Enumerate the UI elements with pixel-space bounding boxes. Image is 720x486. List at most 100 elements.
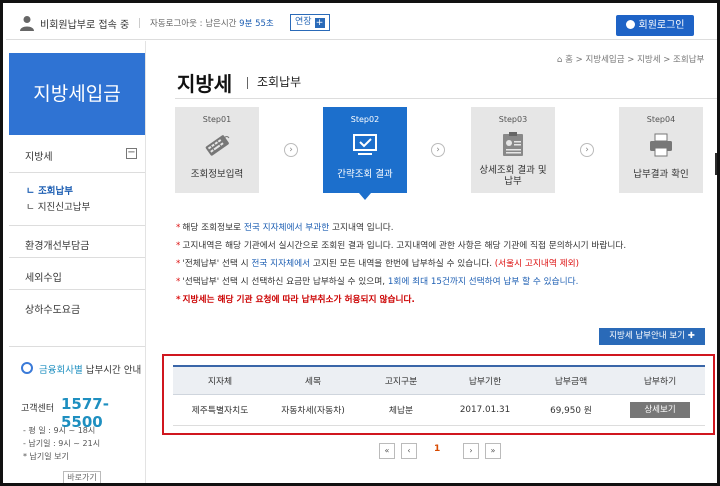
user-status: 비회원납부로 접속 중 — [40, 20, 130, 31]
cell-action: 상세보기 — [615, 394, 705, 426]
note-text: 고지내역은 해당 기관에서 실시간으로 조회된 결과 입니다. 고지내역에 관한… — [182, 241, 627, 251]
bullet-icon: * — [176, 223, 181, 233]
tax-guide-button[interactable]: 지방세 납부안내 보기 ✚ — [599, 328, 705, 345]
step-3: Step03 상세조회 결과 및 납부 — [471, 107, 555, 193]
current-page[interactable]: 1 — [434, 444, 440, 454]
bullet-icon: * — [176, 295, 181, 305]
login-label: 회원로그인 — [638, 20, 685, 31]
title-divider — [247, 77, 248, 89]
column-header: 세목 — [267, 365, 359, 395]
notice-line-2: * 고지내역은 해당 기관에서 실시간으로 조회된 결과 입니다. 고지내역에 관… — [176, 238, 626, 251]
last-page-button[interactable]: » — [485, 443, 501, 459]
support-info: 금융회사별 납부시간 안내 고객센터 1577-5500 - 평 일 : 9시 … — [9, 346, 145, 483]
step-2: Step02 간략조회 결과 — [323, 107, 407, 200]
note-emphasis: 1회에 최대 15건까지 선택하여 납부 할 수 있습니다. — [387, 277, 579, 287]
bank-hours-highlight: 금융회사별 — [39, 365, 83, 376]
column-header: 납부하기 — [615, 365, 705, 395]
top-bar: 비회원납부로 접속 중 자동로그아웃 : 남은시간 9분 55초 연장 + 회원로… — [6, 6, 717, 40]
sidebar-title: 지방세입금 — [9, 53, 145, 135]
hours-note: * 납기일 보기 — [23, 452, 69, 461]
auto-logout-text: 자동로그아웃 : 남은시간 9분 55초 — [150, 17, 274, 29]
first-page-button[interactable]: « — [379, 443, 395, 459]
divider — [139, 18, 140, 28]
auto-logout-time: 9분 55초 — [239, 19, 274, 29]
note-text: 해당 조회정보로 — [182, 223, 244, 233]
note-warning: (서울시 고지내역 제외) — [494, 259, 580, 269]
chevron-right-icon: › — [284, 143, 298, 157]
cell-notice-type: 체납분 — [359, 394, 443, 426]
window-frame: 비회원납부로 접속 중 자동로그아웃 : 남은시간 9분 55초 연장 + 회원로… — [0, 0, 720, 486]
guide-label: 지방세 납부안내 보기 — [609, 331, 685, 341]
bullet-icon: * — [176, 277, 181, 287]
note-emphasis: 전국 지자체에서 — [251, 259, 311, 269]
next-page-button[interactable]: › — [463, 443, 479, 459]
call-center-label: 고객센터 — [21, 404, 55, 414]
results-table: 지자체 세목 고지구분 납부기한 납부금액 납부하기 제주특별자치도 자동차세(… — [173, 365, 705, 426]
note-text: '전체납부' 선택 시 — [182, 259, 252, 269]
side-tab-handle[interactable] — [715, 153, 717, 175]
extend-label: 연장 — [295, 17, 312, 27]
table-row: 제주특별자치도 자동차세(자동차) 체납분 2017.01.31 69,950 … — [173, 394, 705, 426]
bullet-icon: * — [176, 259, 181, 269]
sidebar: 지방세입금 지방세 − ㄴ 조회납부 ㄴ 지진신고납부 환경개선부담금 세외수입… — [6, 41, 146, 483]
sidebar-subitem-earthquake[interactable]: ㄴ 지진신고납부 — [26, 199, 90, 213]
column-header: 지자체 — [173, 365, 267, 395]
page-subtitle: 조회납부 — [257, 75, 302, 89]
monitor-check-icon — [353, 134, 377, 155]
sidebar-item-local-tax[interactable]: 지방세 − — [9, 135, 145, 173]
notice-line-5: * 지방세는 해당 기관 요청에 따라 납부취소가 허용되지 않습니다. — [176, 292, 415, 305]
step-number: Step03 — [498, 115, 528, 124]
subitem-label: 지진신고납부 — [37, 202, 91, 213]
step-label: 상세조회 결과 및 납부 — [479, 165, 547, 187]
sidebar-item-environment[interactable]: 환경개선부담금 — [9, 225, 145, 257]
column-header: 고지구분 — [359, 365, 443, 395]
collapse-icon[interactable]: − — [126, 148, 137, 159]
step-number: Step04 — [646, 115, 676, 124]
printer-icon — [650, 133, 672, 157]
hours-weekday: - 평 일 : 9시 ~ 18시 — [23, 426, 96, 435]
subitem-label: 조회납부 — [38, 186, 74, 197]
chevron-right-icon: › — [431, 143, 445, 157]
sidebar-item-label: 지방세 — [25, 152, 53, 163]
sidebar-item-label: 상하수도요금 — [25, 305, 81, 316]
cell-amount: 69,950 원 — [527, 394, 615, 426]
note-text: 고지내역 입니다. — [329, 223, 394, 233]
user-icon — [20, 16, 34, 31]
view-details-button[interactable]: 상세보기 — [630, 401, 690, 418]
bank-hours-link[interactable]: 금융회사별 납부시간 안내 — [39, 362, 141, 376]
sidebar-item-water[interactable]: 상하수도요금 — [9, 289, 145, 321]
cell-region: 제주특별자치도 — [173, 394, 267, 426]
page-title: 지방세 — [177, 72, 233, 96]
step-label: 납부결과 확인 — [633, 169, 689, 180]
plus-icon: ✚ — [687, 331, 695, 341]
notice-line-3: * '전체납부' 선택 시 전국 지자체에서 고지된 모든 내역을 한번에 납부하… — [176, 256, 579, 269]
step-number: Step02 — [350, 115, 380, 124]
sidebar-item-non-tax[interactable]: 세외수입 — [9, 257, 145, 289]
keyboard-icon — [205, 135, 230, 156]
step-number: Step01 — [202, 115, 232, 124]
note-text: 고지된 모든 내역을 한번에 납부하실 수 있습니다. — [310, 259, 495, 269]
notice-line-4: * '선택납부' 선택 시 선택하신 요금만 납부하실 수 있으며, 1회에 최대… — [176, 274, 578, 287]
notice-line-1: * 해당 조회정보로 전국 지자체에서 부과한 고지내역 입니다. — [176, 220, 394, 233]
sidebar-subitem-inquiry-payment[interactable]: ㄴ 조회납부 — [26, 183, 73, 197]
shortcut-button[interactable]: 바로가기 — [63, 471, 101, 483]
step-4: Step04 납부결과 확인 — [619, 107, 703, 193]
sidebar-item-label: 환경개선부담금 — [25, 241, 90, 252]
column-header: 납부금액 — [527, 365, 615, 395]
extend-session-button[interactable]: 연장 + — [290, 14, 330, 31]
step-1: Step01 조회정보입력 — [175, 107, 259, 193]
bullet-icon: * — [176, 241, 181, 251]
note-emphasis: 전국 지자체에서 부과한 — [243, 223, 330, 233]
auto-logout-prefix: 자동로그아웃 : 남은시간 — [150, 19, 237, 29]
step-label: 간략조회 결과 — [337, 169, 393, 180]
breadcrumb: ⌂ 홈 > 지방세입금 > 지방세 > 조회납부 — [557, 55, 705, 65]
member-login-button[interactable]: 회원로그인 — [616, 15, 694, 36]
login-icon — [625, 20, 635, 29]
plus-icon: + — [314, 18, 325, 28]
prev-page-button[interactable]: ‹ — [401, 443, 417, 459]
table-header-row: 지자체 세목 고지구분 납부기한 납부금액 납부하기 — [173, 365, 705, 395]
sidebar-item-label: 세외수입 — [25, 273, 62, 284]
note-warning: 지방세는 해당 기관 요청에 따라 납부취소가 허용되지 않습니다. — [182, 295, 415, 305]
hours-due-date: - 납기일 : 9시 ~ 21시 — [23, 439, 101, 448]
column-header: 납부기한 — [443, 365, 527, 395]
